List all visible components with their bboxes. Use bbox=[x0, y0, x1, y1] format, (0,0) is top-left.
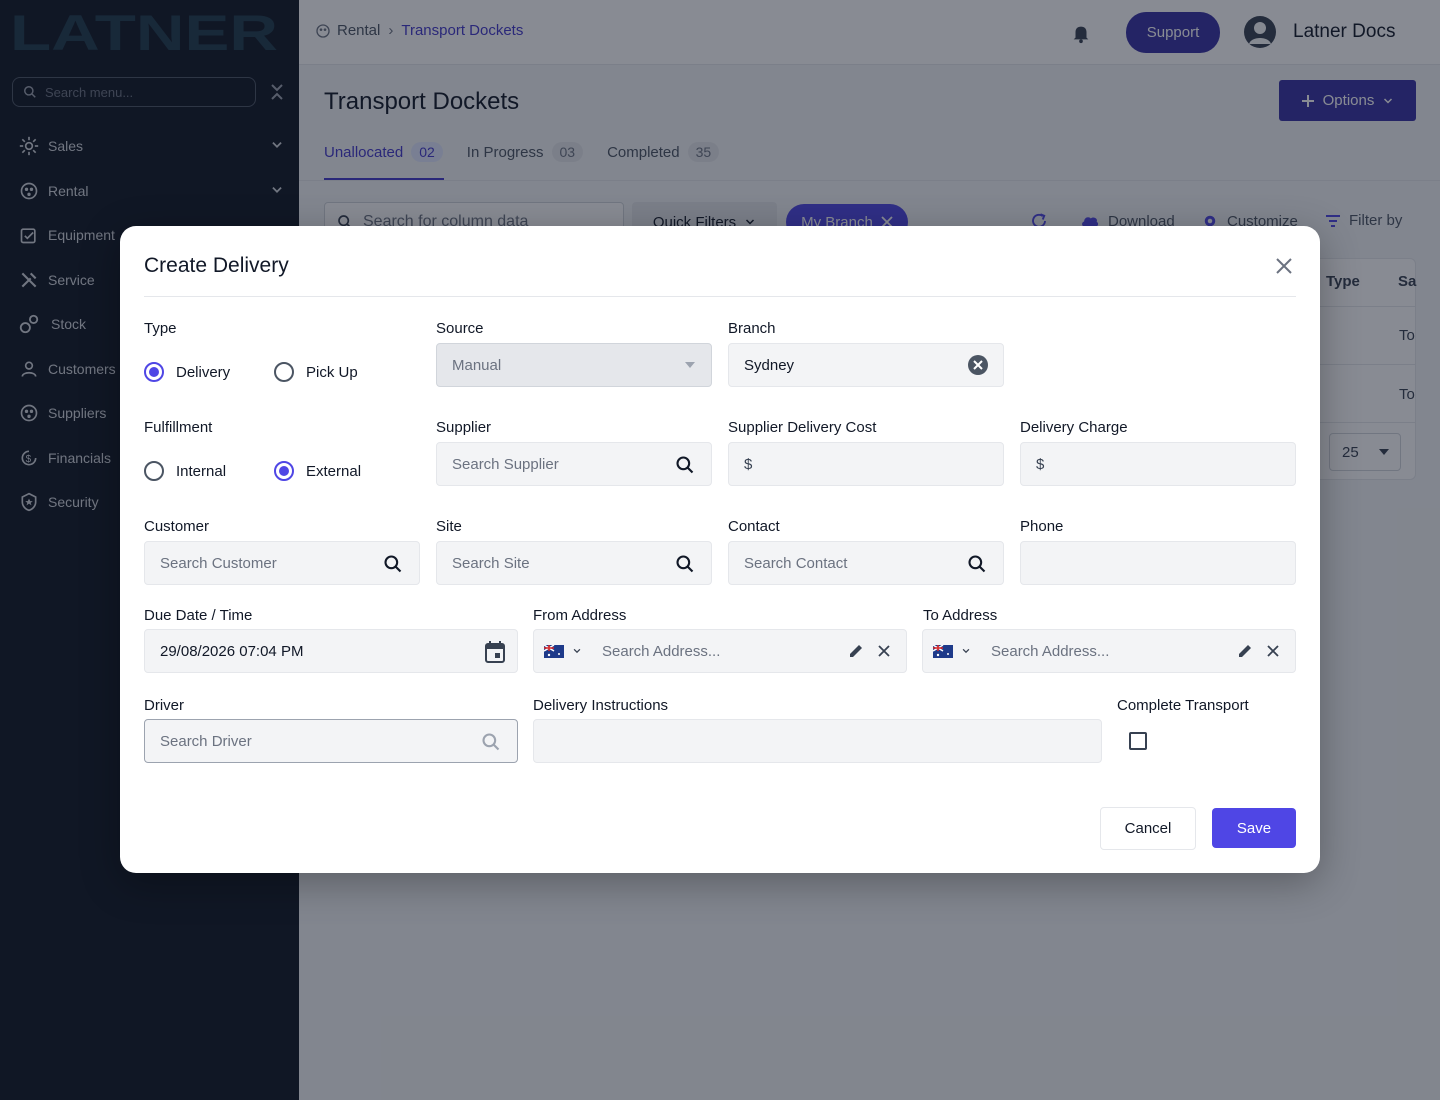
customer-placeholder: Search Customer bbox=[160, 554, 277, 572]
supplier-label: Supplier bbox=[436, 419, 492, 436]
search-icon[interactable] bbox=[967, 554, 987, 574]
fulfillment-label: Fulfillment bbox=[144, 419, 213, 436]
type-pick-up-radio[interactable]: Pick Up bbox=[274, 362, 358, 382]
create-delivery-modal: Create Delivery Type Delivery Pick Up So… bbox=[120, 226, 1320, 873]
close-icon[interactable] bbox=[1272, 254, 1296, 278]
from-address-input[interactable]: Search Address... bbox=[533, 629, 907, 673]
radio-circle bbox=[144, 461, 164, 481]
radio-label: Delivery bbox=[176, 363, 231, 381]
radio-circle bbox=[274, 362, 294, 382]
chevron-down-icon[interactable] bbox=[572, 646, 582, 656]
chevron-down-icon[interactable] bbox=[961, 646, 971, 656]
to-address-placeholder: Search Address... bbox=[991, 642, 1110, 660]
branch-label: Branch bbox=[728, 320, 776, 337]
customer-input[interactable]: Search Customer bbox=[144, 541, 420, 585]
branch-value: Sydney bbox=[744, 356, 795, 374]
currency-prefix: $ bbox=[744, 455, 753, 473]
complete-transport-label: Complete Transport bbox=[1117, 697, 1249, 714]
search-icon[interactable] bbox=[383, 554, 403, 574]
search-icon[interactable] bbox=[675, 455, 695, 475]
clear-icon[interactable] bbox=[968, 355, 988, 375]
site-input[interactable]: Search Site bbox=[436, 541, 712, 585]
phone-label: Phone bbox=[1020, 518, 1064, 535]
radio-label: Internal bbox=[176, 462, 227, 480]
radio-label: External bbox=[306, 462, 362, 480]
pencil-icon[interactable] bbox=[1237, 643, 1253, 659]
driver-label: Driver bbox=[144, 697, 184, 714]
supplier-placeholder: Search Supplier bbox=[452, 455, 559, 473]
contact-input[interactable]: Search Contact bbox=[728, 541, 1004, 585]
type-delivery-radio[interactable]: Delivery bbox=[144, 362, 230, 382]
calendar-icon[interactable] bbox=[485, 641, 505, 663]
australia-flag-icon[interactable] bbox=[932, 643, 953, 658]
radio-circle bbox=[274, 461, 294, 481]
due-date-label: Due Date / Time bbox=[144, 607, 253, 624]
caret-down-icon bbox=[685, 362, 695, 368]
customer-label: Customer bbox=[144, 518, 210, 535]
cancel-button[interactable]: Cancel bbox=[1100, 807, 1196, 850]
radio-circle bbox=[144, 362, 164, 382]
supplier-input[interactable]: Search Supplier bbox=[436, 442, 712, 486]
source-label: Source bbox=[436, 320, 484, 337]
pencil-icon[interactable] bbox=[848, 643, 864, 659]
close-icon[interactable] bbox=[878, 645, 890, 657]
branch-select[interactable]: Sydney bbox=[728, 343, 1004, 387]
supplier-delivery-cost-label: Supplier Delivery Cost bbox=[728, 419, 877, 436]
delivery-charge-input[interactable]: $ bbox=[1020, 442, 1296, 486]
type-label: Type bbox=[144, 320, 177, 337]
from-address-placeholder: Search Address... bbox=[602, 642, 721, 660]
close-icon[interactable] bbox=[1267, 645, 1279, 657]
due-date-input[interactable]: 29/08/2026 07:04 PM bbox=[144, 629, 518, 673]
search-icon[interactable] bbox=[675, 554, 695, 574]
modal-title: Create Delivery bbox=[144, 254, 289, 277]
fulfillment-internal-radio[interactable]: Internal bbox=[144, 461, 226, 481]
supplier-delivery-cost-input[interactable]: $ bbox=[728, 442, 1004, 486]
driver-input[interactable]: Search Driver bbox=[144, 719, 518, 763]
delivery-charge-label: Delivery Charge bbox=[1020, 419, 1128, 436]
delivery-instructions-input[interactable] bbox=[533, 719, 1102, 763]
currency-prefix: $ bbox=[1036, 455, 1045, 473]
phone-input[interactable] bbox=[1020, 541, 1296, 585]
site-placeholder: Search Site bbox=[452, 554, 530, 572]
modal-divider bbox=[144, 296, 1296, 297]
contact-placeholder: Search Contact bbox=[744, 554, 848, 572]
complete-transport-checkbox[interactable] bbox=[1129, 732, 1147, 750]
to-address-input[interactable]: Search Address... bbox=[922, 629, 1296, 673]
from-address-label: From Address bbox=[533, 607, 627, 624]
search-icon[interactable] bbox=[481, 732, 501, 752]
due-date-value: 29/08/2026 07:04 PM bbox=[160, 642, 304, 660]
australia-flag-icon[interactable] bbox=[543, 643, 564, 658]
site-label: Site bbox=[436, 518, 462, 535]
source-select: Manual bbox=[436, 343, 712, 387]
fulfillment-external-radio[interactable]: External bbox=[274, 461, 361, 481]
source-value: Manual bbox=[452, 356, 502, 374]
contact-label: Contact bbox=[728, 518, 780, 535]
driver-placeholder: Search Driver bbox=[160, 732, 252, 750]
save-button[interactable]: Save bbox=[1212, 808, 1296, 848]
delivery-instructions-label: Delivery Instructions bbox=[533, 697, 669, 714]
radio-label: Pick Up bbox=[306, 363, 358, 381]
to-address-label: To Address bbox=[923, 607, 998, 624]
